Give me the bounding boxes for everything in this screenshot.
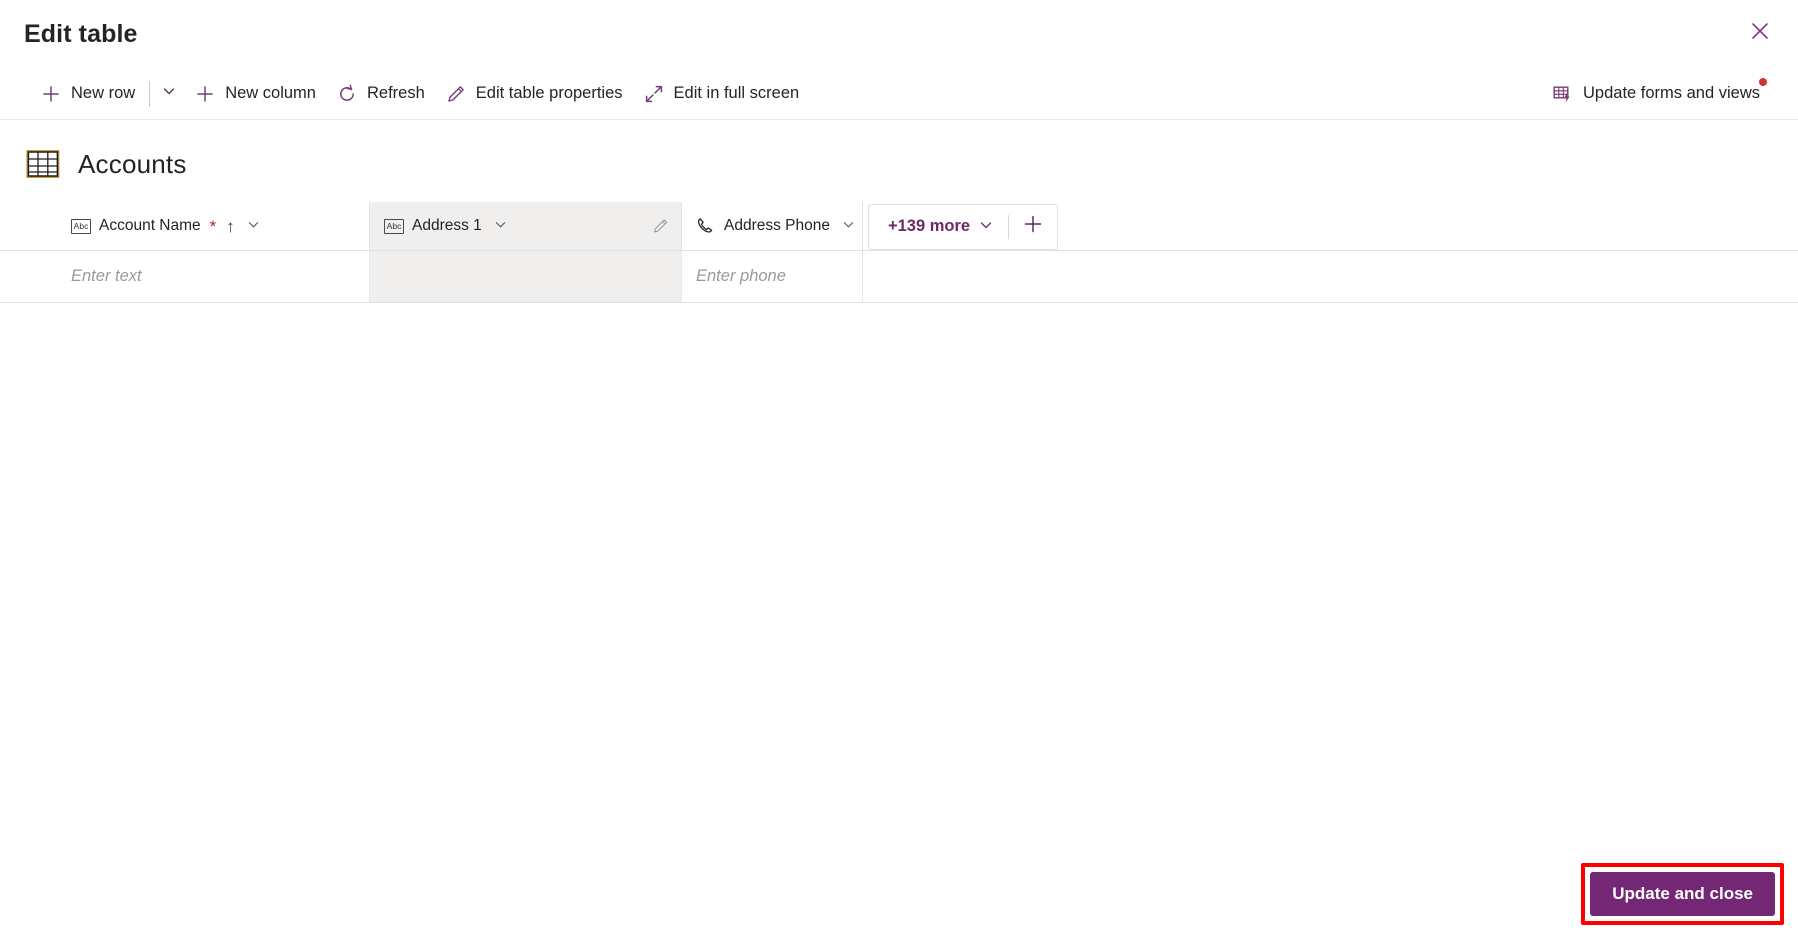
pencil-icon (445, 83, 467, 105)
cell-address-1[interactable] (370, 251, 682, 302)
edit-in-full-screen-button[interactable]: Edit in full screen (633, 74, 810, 114)
edit-column-pencil-icon[interactable] (652, 218, 669, 235)
sort-ascending-icon[interactable]: ↑ (226, 218, 235, 235)
edit-table-properties-label: Edit table properties (475, 83, 623, 102)
column-header-account-name[interactable]: Abc Account Name * ↑ (57, 202, 370, 250)
refresh-label: Refresh (366, 83, 425, 102)
more-columns-label: +139 more (888, 217, 971, 235)
more-columns-box: +139 more (868, 203, 1059, 250)
cell-account-name[interactable]: Enter text (57, 251, 370, 302)
entity-heading: Accounts (0, 120, 1798, 186)
dialog-footer: Update and close (0, 852, 1798, 948)
required-marker: * (209, 216, 217, 236)
table-icon (26, 149, 60, 179)
edit-table-properties-button[interactable]: Edit table properties (435, 74, 633, 114)
dialog-titlebar: Edit table (0, 0, 1798, 68)
new-row-label: New row (71, 83, 136, 102)
abc-icon: Abc (71, 218, 91, 234)
address-phone-placeholder: Enter phone (696, 267, 786, 285)
new-column-button[interactable]: New column (184, 74, 326, 114)
plus-icon (1022, 213, 1044, 240)
column-header-address-1[interactable]: Abc Address 1 (370, 202, 682, 250)
expand-arrows-icon (643, 83, 665, 105)
add-column-button[interactable] (1009, 205, 1057, 249)
page-title: Edit table (24, 19, 138, 48)
column-header-label: Account Name (99, 217, 201, 234)
account-name-placeholder: Enter text (71, 267, 142, 285)
update-forms-and-views-button[interactable]: Update forms and views (1542, 74, 1770, 114)
refresh-button[interactable]: Refresh (326, 74, 435, 114)
refresh-icon (336, 83, 358, 105)
abc-icon: Abc (384, 218, 404, 234)
command-bar: New row New column Refresh Edit table pr… (0, 68, 1798, 120)
edit-table-dialog: Edit table New row New column Refresh Ed… (0, 0, 1798, 948)
update-forms-and-views-label: Update forms and views (1583, 83, 1760, 102)
chevron-down-icon[interactable] (247, 218, 260, 234)
highlight-annotation: Update and close (1581, 863, 1784, 925)
toolbar-divider (149, 80, 151, 107)
new-row-caret-button[interactable] (154, 74, 184, 114)
more-columns-button[interactable]: +139 more (869, 205, 1008, 249)
more-columns-container: +139 more (868, 202, 1059, 251)
row-select-cell[interactable] (0, 251, 57, 302)
table-row[interactable]: Enter text Enter phone (0, 251, 1798, 303)
plus-icon (194, 83, 216, 105)
plus-icon (40, 83, 62, 105)
notification-badge-dot (1759, 77, 1767, 86)
row-select-header-cell[interactable] (0, 202, 57, 250)
update-and-close-button[interactable]: Update and close (1590, 872, 1775, 916)
column-header-label: Address Phone (724, 217, 830, 234)
chevron-down-icon[interactable] (494, 218, 507, 234)
new-column-label: New column (225, 83, 316, 102)
cell-address-phone[interactable]: Enter phone (682, 251, 863, 302)
chevron-down-icon (162, 84, 176, 103)
grid-header-row: Abc Account Name * ↑ Abc Address 1 Addre… (0, 202, 1798, 251)
entity-name: Accounts (78, 148, 187, 179)
chevron-down-icon (979, 218, 993, 235)
column-header-label: Address 1 (412, 217, 482, 234)
close-button[interactable] (1738, 10, 1782, 52)
new-row-button[interactable]: New row (30, 74, 145, 114)
column-header-address-phone[interactable]: Address Phone (682, 202, 863, 250)
close-icon (1750, 21, 1770, 41)
table-lightning-icon (1552, 83, 1574, 105)
edit-in-full-screen-label: Edit in full screen (673, 83, 800, 102)
data-grid: Abc Account Name * ↑ Abc Address 1 Addre… (0, 202, 1798, 303)
phone-icon (696, 216, 716, 236)
chevron-down-icon[interactable] (842, 218, 855, 234)
